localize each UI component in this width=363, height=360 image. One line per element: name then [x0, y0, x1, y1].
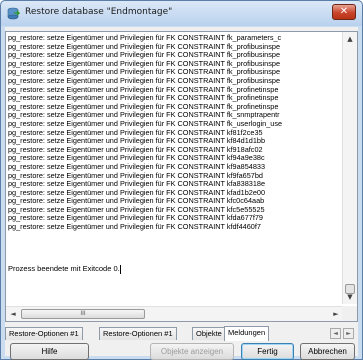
close-button[interactable]: ✕ — [332, 4, 356, 20]
done-button[interactable]: Fertig — [241, 343, 294, 360]
tab-strip: Restore-Optionen #1 Restore-Optionen #1 … — [5, 326, 358, 341]
scrollbar-corner — [342, 306, 357, 321]
tab-restore-options-2[interactable]: Restore-Optionen #1 — [99, 327, 177, 340]
scroll-left-arrow-icon[interactable]: ◄ — [6, 307, 20, 321]
scroll-up-arrow-icon[interactable]: ▲ — [343, 32, 357, 46]
vertical-scrollbar[interactable]: ▲ ▼ — [342, 32, 357, 304]
tab-objects[interactable]: Objekte — [192, 327, 226, 340]
exit-status-text: Prozess beendete mit Exitcode 0. — [8, 264, 120, 273]
horizontal-scroll-thumb[interactable]: III — [21, 309, 145, 319]
database-restore-icon — [7, 7, 20, 20]
tab-scroll-left-icon[interactable]: ◄ — [330, 328, 341, 339]
exit-status-line: Prozess beendete mit Exitcode 0. — [8, 264, 121, 274]
text-caret — [119, 264, 121, 274]
tab-messages[interactable]: Meldungen — [224, 326, 270, 341]
dialog-client-area: pg_restore: setze Eigentümer und Privile… — [5, 27, 358, 360]
window-title: Restore database "Endmontage" — [25, 7, 173, 17]
horizontal-scrollbar[interactable]: ◄ III ► — [6, 306, 343, 321]
log-line: pg_restore: setze Eigentümer und Privile… — [8, 222, 261, 232]
cancel-button[interactable]: Abbrechen — [300, 343, 355, 360]
view-objects-button[interactable]: Objekte anzeigen — [150, 343, 234, 360]
title-bar[interactable]: Restore database "Endmontage" ✕ — [1, 1, 362, 26]
tab-restore-options-1[interactable]: Restore-Optionen #1 — [5, 327, 83, 340]
scroll-down-arrow-icon[interactable]: ▼ — [343, 290, 357, 304]
restore-dialog-window: Restore database "Endmontage" ✕ pg_resto… — [0, 0, 363, 360]
scroll-right-arrow-icon[interactable]: ► — [329, 307, 343, 321]
help-button[interactable]: Hilfe — [10, 343, 89, 360]
tab-scroll-right-icon[interactable]: ► — [343, 328, 354, 339]
messages-log[interactable]: pg_restore: setze Eigentümer und Privile… — [5, 31, 358, 322]
